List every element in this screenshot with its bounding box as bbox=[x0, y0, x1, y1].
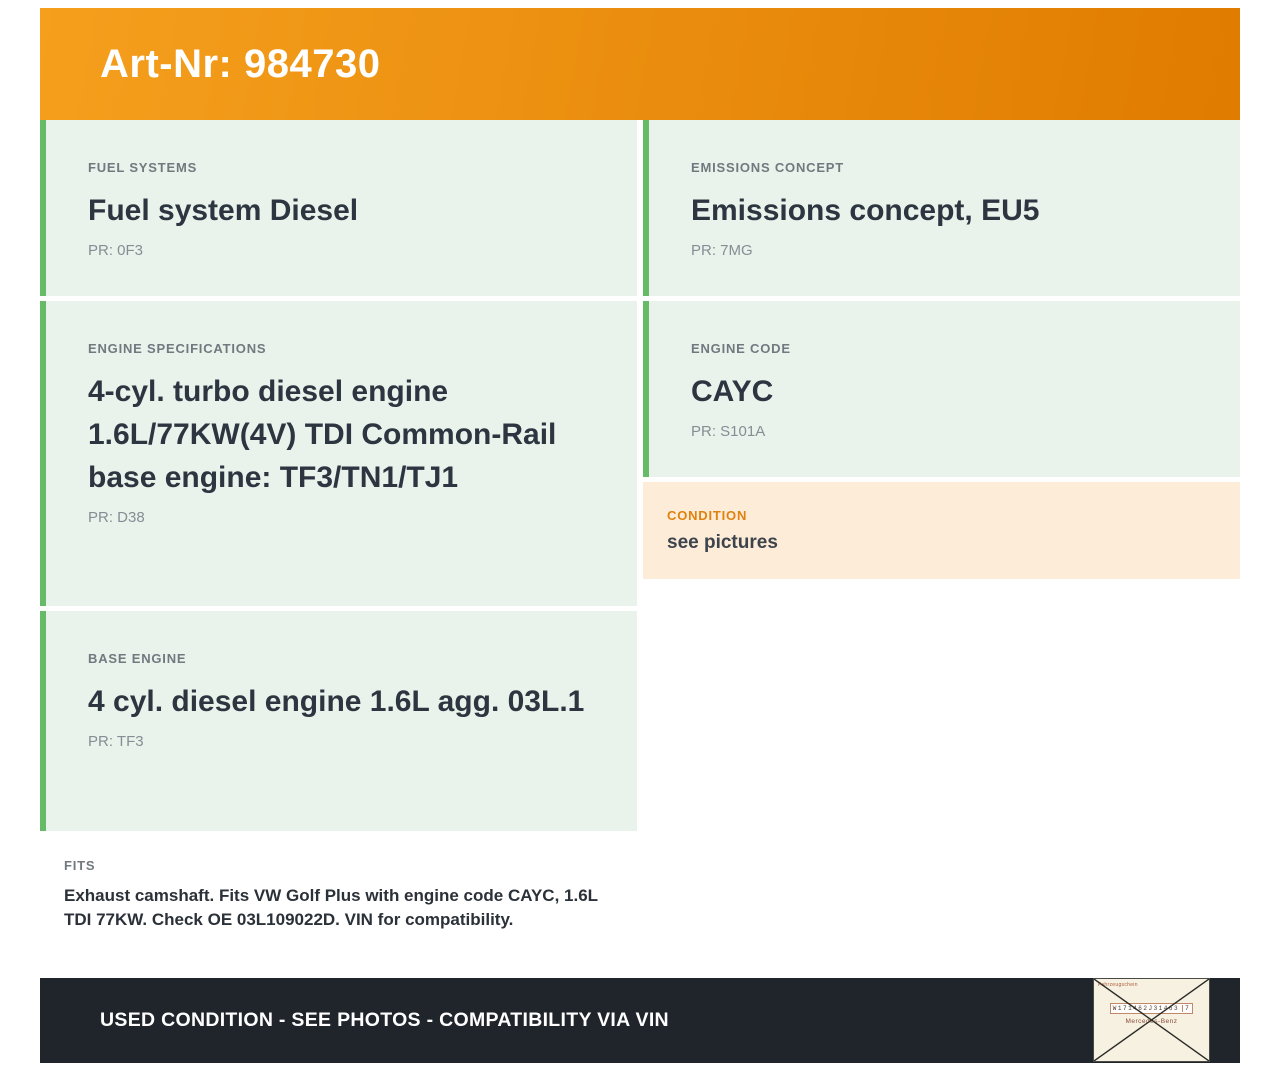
left-column: FUEL SYSTEMS Fuel system Diesel PR: 0F3 … bbox=[40, 120, 637, 976]
card-title: CAYC bbox=[691, 375, 774, 408]
card-fuel-systems: FUEL SYSTEMS Fuel system Diesel PR: 0F3 bbox=[40, 120, 637, 296]
card-label: EMISSIONS CONCEPT bbox=[691, 160, 845, 175]
envelope-cross-icon bbox=[1094, 979, 1209, 1061]
card-fits: FITS Exhaust camshaft. Fits VW Golf Plus… bbox=[40, 836, 637, 976]
pr-code: PR: S101A bbox=[691, 423, 766, 440]
card-title: 4 cyl. diesel engine 1.6L agg. 03L.1 bbox=[88, 685, 585, 718]
spec-card-grid: FUEL SYSTEMS Fuel system Diesel PR: 0F3 … bbox=[40, 120, 1240, 976]
fits-description: Exhaust camshaft. Fits VW Golf Plus with… bbox=[64, 886, 598, 929]
pr-code: PR: 7MG bbox=[691, 242, 753, 259]
footer-banner: USED CONDITION - SEE PHOTOS - COMPATIBIL… bbox=[40, 978, 1240, 1063]
card-condition: CONDITION see pictures bbox=[643, 482, 1240, 579]
header: Art-Nr: 984730 bbox=[40, 8, 1240, 120]
product-spec-sheet: Art-Nr: 984730 FUEL SYSTEMS Fuel system … bbox=[40, 8, 1240, 1063]
pr-code: PR: TF3 bbox=[88, 733, 144, 750]
card-title: Emissions concept, EU5 bbox=[691, 194, 1040, 227]
card-engine-code: ENGINE CODE CAYC PR: S101A bbox=[643, 301, 1240, 477]
footer-text: USED CONDITION - SEE PHOTOS - COMPATIBIL… bbox=[100, 1009, 669, 1031]
card-emissions-concept: EMISSIONS CONCEPT Emissions concept, EU5… bbox=[643, 120, 1240, 296]
card-label: ENGINE CODE bbox=[691, 341, 791, 356]
card-engine-specifications: ENGINE SPECIFICATIONS 4-cyl. turbo diese… bbox=[40, 301, 637, 606]
pr-code: PR: 0F3 bbox=[88, 242, 144, 259]
right-column: EMISSIONS CONCEPT Emissions concept, EU5… bbox=[643, 120, 1240, 976]
card-label: BASE ENGINE bbox=[88, 651, 187, 666]
pr-code: PR: D38 bbox=[88, 509, 145, 526]
card-title: Fuel system Diesel bbox=[88, 194, 359, 227]
card-label: CONDITION bbox=[667, 508, 748, 523]
card-label: FUEL SYSTEMS bbox=[88, 160, 198, 175]
card-base-engine: BASE ENGINE 4 cyl. diesel engine 1.6L ag… bbox=[40, 611, 637, 831]
card-title: 4-cyl. turbo diesel engine 1.6L/77KW(4V)… bbox=[88, 375, 557, 494]
vin-document-thumbnail[interactable]: Fahrzeugschein W171462J31463 7 Mercedes-B… bbox=[1093, 978, 1210, 1062]
condition-value: see pictures bbox=[667, 532, 778, 553]
page-title: Art-Nr: 984730 bbox=[100, 41, 381, 86]
card-label: ENGINE SPECIFICATIONS bbox=[88, 341, 267, 356]
card-label: FITS bbox=[64, 858, 96, 873]
